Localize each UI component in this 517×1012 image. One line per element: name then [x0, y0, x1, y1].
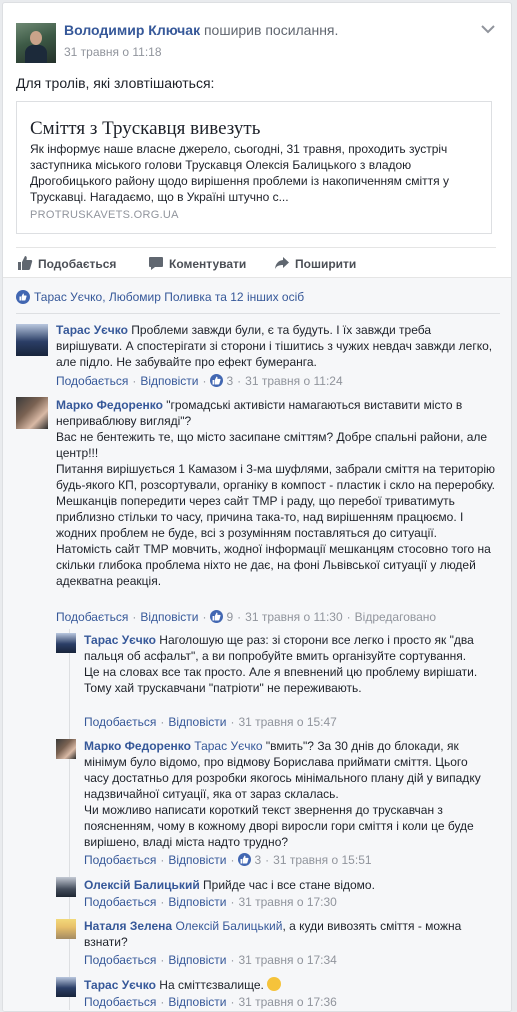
link-domain: PROTRUSKAVETS.ORG.UA — [30, 209, 179, 221]
reply-like-link[interactable]: Подобається — [84, 853, 156, 867]
reply-author[interactable]: Марко Федоренко — [84, 739, 191, 753]
reply-meta: Подобається · Відповісти · 31 травня о 17:30 — [84, 895, 337, 909]
like-reaction-icon — [16, 290, 30, 304]
reactions-text[interactable]: Тарас Уєчко, Любомир Поливка та 12 інших… — [34, 290, 304, 304]
avatar[interactable] — [16, 397, 48, 429]
post-header: Володимир Ключак поширив посилання. — [64, 22, 338, 38]
reply-thread-line — [69, 629, 70, 1010]
comment-paragraph: Питання вирішується 1 Камазом і 3-ма шуф… — [56, 462, 496, 540]
reply-reply-link[interactable]: Відповісти — [168, 953, 226, 967]
like-count[interactable]: 3 — [254, 853, 261, 867]
reply-like-link[interactable]: Подобається — [84, 953, 156, 967]
reply-body: Тарас Уєчко Наголошую ще раз: зі сторони… — [84, 632, 482, 696]
comment-meta: Подобається · Відповісти · 9 · 31 травня о 11:… — [56, 610, 437, 624]
reply-body: Наталя Зелена Олексій Балицький, а куди … — [84, 918, 482, 950]
comment-icon — [149, 257, 163, 270]
avatar[interactable] — [16, 324, 48, 356]
reply-like-link[interactable]: Подобається — [84, 895, 156, 909]
reactions-summary[interactable]: Тарас Уєчко, Любомир Поливка та 12 інших… — [16, 290, 304, 304]
like-count-icon — [210, 374, 224, 387]
comment-label: Коментувати — [169, 257, 247, 271]
comment-time[interactable]: 31 травня о 11:30 — [245, 610, 343, 624]
reply-meta: Подобається · Відповісти · 3 · 31 травня о 15:… — [84, 853, 372, 867]
post-timestamp[interactable]: 31 травня о 11:18 — [64, 45, 162, 59]
comment-author[interactable]: Марко Федоренко — [56, 398, 163, 412]
reply-author[interactable]: Олексій Балицький — [84, 878, 200, 892]
action-bar: Подобається Коментувати Поширити — [16, 247, 496, 278]
post-text: Для тролів, які зловтішаються: — [16, 75, 215, 91]
avatar[interactable] — [56, 633, 76, 653]
avatar[interactable] — [56, 739, 76, 759]
avatar[interactable] — [56, 977, 76, 997]
link-preview[interactable]: Сміття з Трускавця вивезуть Як інформує … — [16, 101, 492, 234]
reply-body: Олексій Балицький Прийде час і все стане… — [84, 877, 482, 893]
reply-meta: Подобається · Відповісти · 31 травня о 15:47 — [84, 715, 337, 729]
reply-author[interactable]: Тарас Уєчко — [84, 978, 156, 992]
reply-like-link[interactable]: Подобається — [84, 715, 156, 729]
comment-like-link[interactable]: Подобається — [56, 610, 128, 624]
comment-time[interactable]: 31 травня о 11:24 — [245, 374, 343, 388]
edited-label[interactable]: Відредаговано — [355, 610, 436, 624]
like-count-icon — [238, 853, 252, 866]
avatar[interactable] — [56, 919, 76, 939]
reply-author[interactable]: Тарас Уєчко — [84, 633, 156, 647]
like-count[interactable]: 9 — [226, 610, 233, 624]
comment-paragraph: Вас не бентежить те, що місто засипане с… — [56, 430, 488, 460]
comment-button[interactable]: Коментувати — [149, 257, 247, 271]
like-count[interactable]: 3 — [226, 374, 233, 388]
reply-tag[interactable]: Тарас Уєчко — [194, 739, 262, 753]
share-icon — [275, 257, 289, 269]
thumbs-up-icon — [18, 256, 33, 270]
reply-time[interactable]: 31 травня о 17:34 — [238, 953, 336, 967]
reply-body: Марко Федоренко Тарас Уєчко "вмить"? За … — [84, 738, 482, 850]
comment-body: Тарас Уєчко Проблеми завжди були, є та б… — [56, 322, 496, 370]
reply-body: Тарас Уєчко На сміттєзвалище. 🙂 — [84, 977, 482, 993]
avatar[interactable] — [56, 877, 76, 897]
like-button[interactable]: Подобається — [18, 256, 117, 271]
comment-meta: Подобається · Відповісти · 3 · 31 травня о 11:… — [56, 374, 343, 388]
link-title[interactable]: Сміття з Трускавця вивезуть — [30, 118, 260, 140]
post-author-name[interactable]: Володимир Ключак — [64, 22, 200, 38]
smile-emoji-icon: 🙂 — [267, 977, 282, 991]
post-card: Володимир Ключак поширив посилання. 31 т… — [2, 2, 512, 1012]
post-action-text: поширив посилання. — [203, 22, 339, 38]
reply-time[interactable]: 31 травня о 15:47 — [238, 715, 336, 729]
reply-reply-link[interactable]: Відповісти — [168, 853, 226, 867]
reply-text: Прийде час і все стане відомо. — [203, 878, 375, 892]
reply-reply-link[interactable]: Відповісти — [168, 895, 226, 909]
comment-author[interactable]: Тарас Уєчко — [56, 323, 128, 337]
share-label: Поширити — [295, 257, 357, 271]
reply-time[interactable]: 31 травня о 15:51 — [273, 853, 371, 867]
like-label: Подобається — [38, 257, 117, 271]
reply-author[interactable]: Наталя Зелена — [84, 919, 172, 933]
reply-text: На сміттєзвалище. — [159, 978, 264, 992]
comment-body: Марко Федоренко "громадські активісти на… — [56, 397, 496, 589]
reactions-divider — [16, 313, 500, 314]
reply-paragraph: Чи можливо написати короткий текст зверн… — [84, 803, 474, 849]
reply-tag[interactable]: Олексій Балицький — [175, 919, 282, 933]
author-avatar[interactable] — [16, 23, 56, 63]
share-button[interactable]: Поширити — [275, 257, 357, 271]
reply-meta: Подобається · Відповісти · 31 травня о 17:34 — [84, 953, 337, 967]
reply-time[interactable]: 31 травня о 17:30 — [238, 895, 336, 909]
like-count-icon — [210, 610, 224, 623]
comment-paragraph: Натомість сайт ТМР мовчить, жодної інфор… — [56, 542, 491, 588]
comment-like-link[interactable]: Подобається — [56, 374, 128, 388]
comment-reply-link[interactable]: Відповісти — [140, 610, 198, 624]
link-description: Як інформує наше власне джерело, сьогодн… — [30, 142, 449, 204]
comment-reply-link[interactable]: Відповісти — [140, 374, 198, 388]
reply-reply-link[interactable]: Відповісти — [168, 715, 226, 729]
chevron-down-icon[interactable] — [481, 21, 497, 35]
